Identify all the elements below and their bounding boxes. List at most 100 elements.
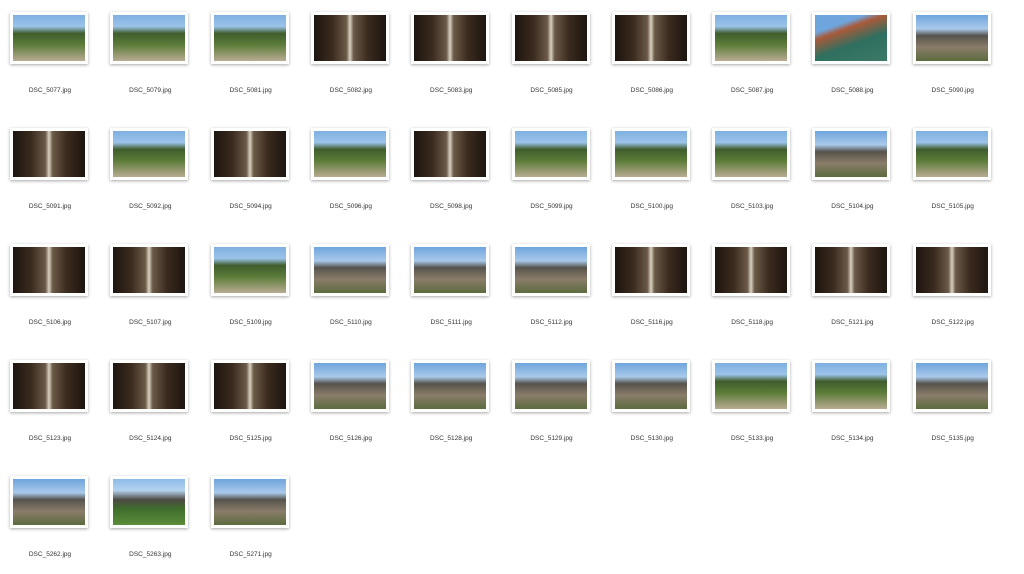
file-name[interactable]: DSC_5105.jpg xyxy=(903,203,1003,210)
thumbnail[interactable] xyxy=(411,12,490,64)
file-item[interactable]: DSC_5086.jpg xyxy=(602,0,702,110)
file-name[interactable]: DSC_5109.jpg xyxy=(201,319,301,326)
file-item[interactable]: DSC_5105.jpg xyxy=(903,116,1003,226)
file-name[interactable]: DSC_5134.jpg xyxy=(802,435,902,442)
thumbnail[interactable] xyxy=(210,12,289,64)
file-item[interactable]: DSC_5111.jpg xyxy=(401,232,501,342)
thumbnail[interactable] xyxy=(110,128,189,180)
thumbnail[interactable] xyxy=(912,244,991,296)
file-item[interactable]: DSC_5134.jpg xyxy=(802,348,902,458)
file-name[interactable]: DSC_5125.jpg xyxy=(201,435,301,442)
file-name[interactable]: DSC_5079.jpg xyxy=(100,87,200,94)
file-item[interactable]: DSC_5271.jpg xyxy=(201,464,301,574)
thumbnail[interactable] xyxy=(511,12,590,64)
thumbnail[interactable] xyxy=(411,360,490,412)
file-item[interactable]: DSC_5121.jpg xyxy=(802,232,902,342)
file-item[interactable]: DSC_5122.jpg xyxy=(903,232,1003,342)
thumbnail[interactable] xyxy=(912,360,991,412)
file-name[interactable]: DSC_5094.jpg xyxy=(201,203,301,210)
file-item[interactable]: DSC_5091.jpg xyxy=(0,116,100,226)
file-item[interactable]: DSC_5106.jpg xyxy=(0,232,100,342)
file-name[interactable]: DSC_5262.jpg xyxy=(0,551,100,558)
file-name[interactable]: DSC_5116.jpg xyxy=(602,319,702,326)
file-name[interactable]: DSC_5092.jpg xyxy=(100,203,200,210)
thumbnail[interactable] xyxy=(712,12,791,64)
file-name[interactable]: DSC_5130.jpg xyxy=(602,435,702,442)
file-name[interactable]: DSC_5135.jpg xyxy=(903,435,1003,442)
file-item[interactable]: DSC_5100.jpg xyxy=(602,116,702,226)
file-item[interactable]: DSC_5104.jpg xyxy=(802,116,902,226)
thumbnail[interactable] xyxy=(511,244,590,296)
file-name[interactable]: DSC_5271.jpg xyxy=(201,551,301,558)
file-name[interactable]: DSC_5124.jpg xyxy=(100,435,200,442)
file-name[interactable]: DSC_5118.jpg xyxy=(702,319,802,326)
thumbnail[interactable] xyxy=(210,244,289,296)
file-item[interactable]: DSC_5079.jpg xyxy=(100,0,200,110)
file-item[interactable]: DSC_5083.jpg xyxy=(401,0,501,110)
file-item[interactable]: DSC_5092.jpg xyxy=(100,116,200,226)
file-item[interactable]: DSC_5112.jpg xyxy=(502,232,602,342)
thumbnail[interactable] xyxy=(310,244,389,296)
file-item[interactable]: DSC_5133.jpg xyxy=(702,348,802,458)
file-item[interactable]: DSC_5263.jpg xyxy=(100,464,200,574)
thumbnail[interactable] xyxy=(310,12,389,64)
file-item[interactable]: DSC_5123.jpg xyxy=(0,348,100,458)
file-item[interactable]: DSC_5135.jpg xyxy=(903,348,1003,458)
file-name[interactable]: DSC_5103.jpg xyxy=(702,203,802,210)
file-name[interactable]: DSC_5085.jpg xyxy=(502,87,602,94)
file-name[interactable]: DSC_5083.jpg xyxy=(401,87,501,94)
thumbnail[interactable] xyxy=(10,476,88,528)
thumbnail[interactable] xyxy=(110,360,189,412)
file-item[interactable]: DSC_5118.jpg xyxy=(702,232,802,342)
file-name[interactable]: DSC_5077.jpg xyxy=(0,87,100,94)
thumbnail[interactable] xyxy=(210,128,289,180)
thumbnail[interactable] xyxy=(110,12,189,64)
thumbnail[interactable] xyxy=(110,244,189,296)
file-name[interactable]: DSC_5110.jpg xyxy=(301,319,401,326)
file-name[interactable]: DSC_5129.jpg xyxy=(502,435,602,442)
file-item[interactable]: DSC_5116.jpg xyxy=(602,232,702,342)
file-item[interactable]: DSC_5129.jpg xyxy=(502,348,602,458)
thumbnail[interactable] xyxy=(411,244,490,296)
file-name[interactable]: DSC_5122.jpg xyxy=(903,319,1003,326)
file-name[interactable]: DSC_5104.jpg xyxy=(802,203,902,210)
thumbnail[interactable] xyxy=(611,128,690,180)
file-name[interactable]: DSC_5090.jpg xyxy=(903,87,1003,94)
file-item[interactable]: DSC_5128.jpg xyxy=(401,348,501,458)
file-item[interactable]: DSC_5088.jpg xyxy=(802,0,902,110)
thumbnail[interactable] xyxy=(912,128,991,180)
file-name[interactable]: DSC_5126.jpg xyxy=(301,435,401,442)
file-item[interactable]: DSC_5087.jpg xyxy=(702,0,802,110)
file-name[interactable]: DSC_5091.jpg xyxy=(0,203,100,210)
file-item[interactable]: DSC_5081.jpg xyxy=(201,0,301,110)
file-item[interactable]: DSC_5126.jpg xyxy=(301,348,401,458)
file-item[interactable]: DSC_5262.jpg xyxy=(0,464,100,574)
thumbnail[interactable] xyxy=(611,12,690,64)
file-name[interactable]: DSC_5082.jpg xyxy=(301,87,401,94)
thumbnail[interactable] xyxy=(812,12,891,64)
thumbnail[interactable] xyxy=(712,244,791,296)
file-item[interactable]: DSC_5110.jpg xyxy=(301,232,401,342)
file-name[interactable]: DSC_5087.jpg xyxy=(702,87,802,94)
file-item[interactable]: DSC_5094.jpg xyxy=(201,116,301,226)
file-name[interactable]: DSC_5098.jpg xyxy=(401,203,501,210)
thumbnail[interactable] xyxy=(712,128,791,180)
file-item[interactable]: DSC_5096.jpg xyxy=(301,116,401,226)
file-name[interactable]: DSC_5263.jpg xyxy=(100,551,200,558)
thumbnail[interactable] xyxy=(10,360,88,412)
file-name[interactable]: DSC_5106.jpg xyxy=(0,319,100,326)
file-name[interactable]: DSC_5133.jpg xyxy=(702,435,802,442)
file-name[interactable]: DSC_5086.jpg xyxy=(602,87,702,94)
thumbnail[interactable] xyxy=(812,128,891,180)
thumbnail[interactable] xyxy=(611,244,690,296)
thumbnail[interactable] xyxy=(511,360,590,412)
file-item[interactable]: DSC_5090.jpg xyxy=(903,0,1003,110)
thumbnail[interactable] xyxy=(912,12,991,64)
thumbnail[interactable] xyxy=(712,360,791,412)
file-name[interactable]: DSC_5081.jpg xyxy=(201,87,301,94)
thumbnail[interactable] xyxy=(310,360,389,412)
file-name[interactable]: DSC_5100.jpg xyxy=(602,203,702,210)
thumbnail[interactable] xyxy=(812,360,891,412)
thumbnail[interactable] xyxy=(210,360,289,412)
thumbnail[interactable] xyxy=(10,244,88,296)
